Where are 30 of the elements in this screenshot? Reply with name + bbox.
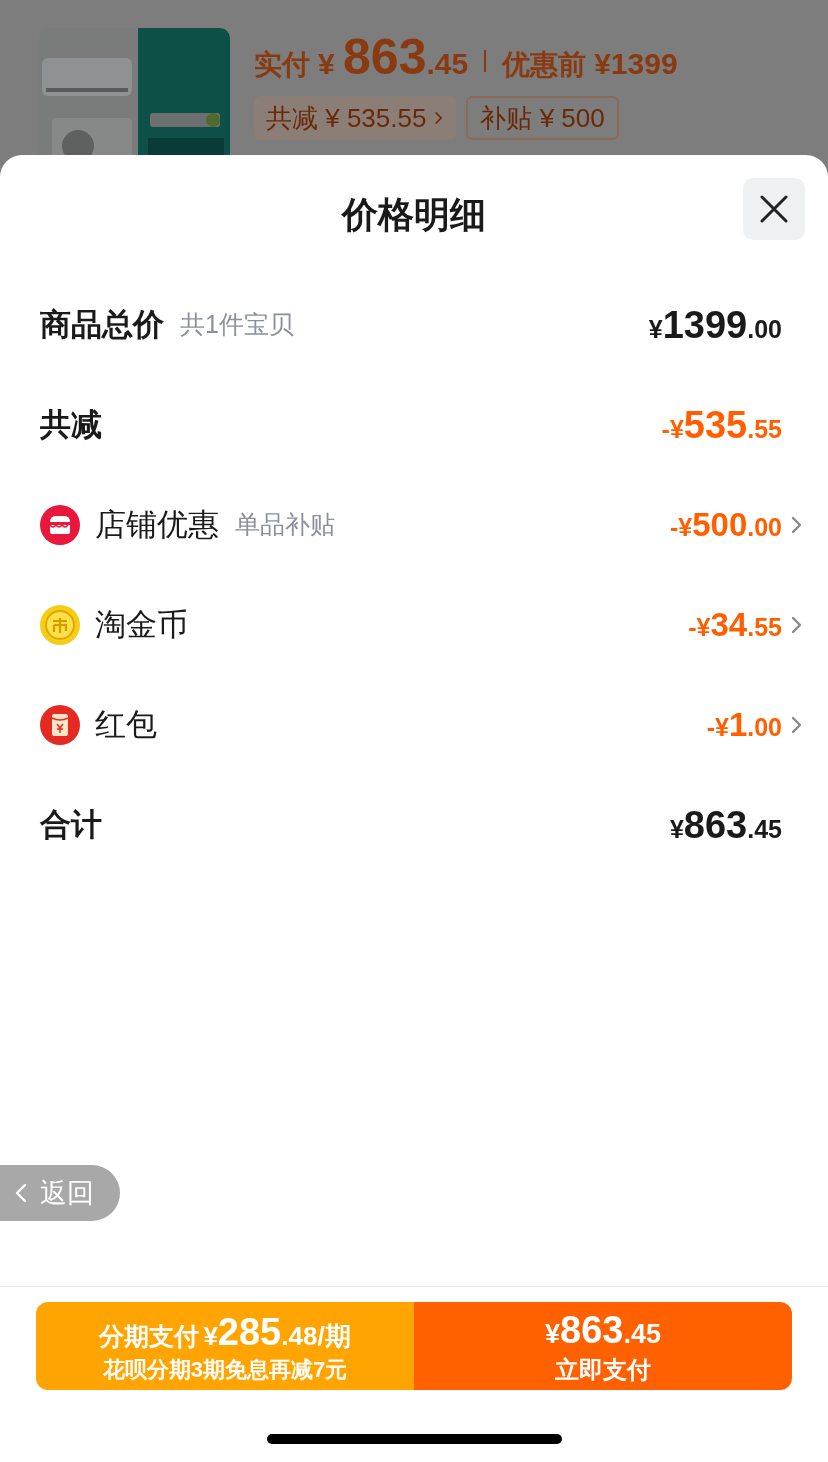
close-icon (759, 194, 789, 224)
row-label: 红包 (95, 705, 157, 744)
row-amount: ¥1399.00 (648, 302, 782, 348)
shop-icon (40, 505, 80, 545)
row-label: 合计 (40, 805, 102, 844)
row-note: 共1件宝贝 (180, 309, 294, 341)
row-amount: -¥1.00 (706, 705, 782, 746)
sheet-title: 价格明细 (342, 193, 486, 237)
row-amount: -¥500.00 (669, 505, 782, 546)
close-button[interactable] (743, 178, 805, 240)
paid-label: 实付 (254, 51, 310, 79)
discount-chip[interactable]: 补贴 ¥ 500 (466, 96, 619, 140)
pay-now-button[interactable]: ¥863.45 立即支付 (414, 1302, 792, 1390)
row-label: 共减 (40, 405, 102, 444)
envelope-icon (40, 705, 80, 745)
row-amount: -¥535.55 (661, 402, 782, 448)
paid-price: ¥ 863.45 (318, 32, 469, 82)
coin-icon (40, 605, 80, 645)
row-note: 单品补贴 (235, 509, 335, 541)
before-price: ¥1399 (594, 49, 678, 79)
chevron-icon (14, 1182, 28, 1204)
row-label: 淘金币 (95, 605, 188, 644)
row-label: 店铺优惠 (95, 505, 219, 544)
row-amount: -¥34.55 (688, 605, 782, 646)
back-button[interactable]: 返回 (0, 1165, 120, 1221)
installment-button[interactable]: 分期支付¥285.48/期 花呗分期3期免息再减7元 (36, 1302, 414, 1390)
row-label: 商品总价 (40, 305, 164, 344)
before-price-label: 优惠前 (502, 51, 587, 79)
row-amount: ¥863.45 (669, 802, 782, 848)
discount-chip[interactable]: 共减 ¥ 535.55 (254, 96, 457, 140)
